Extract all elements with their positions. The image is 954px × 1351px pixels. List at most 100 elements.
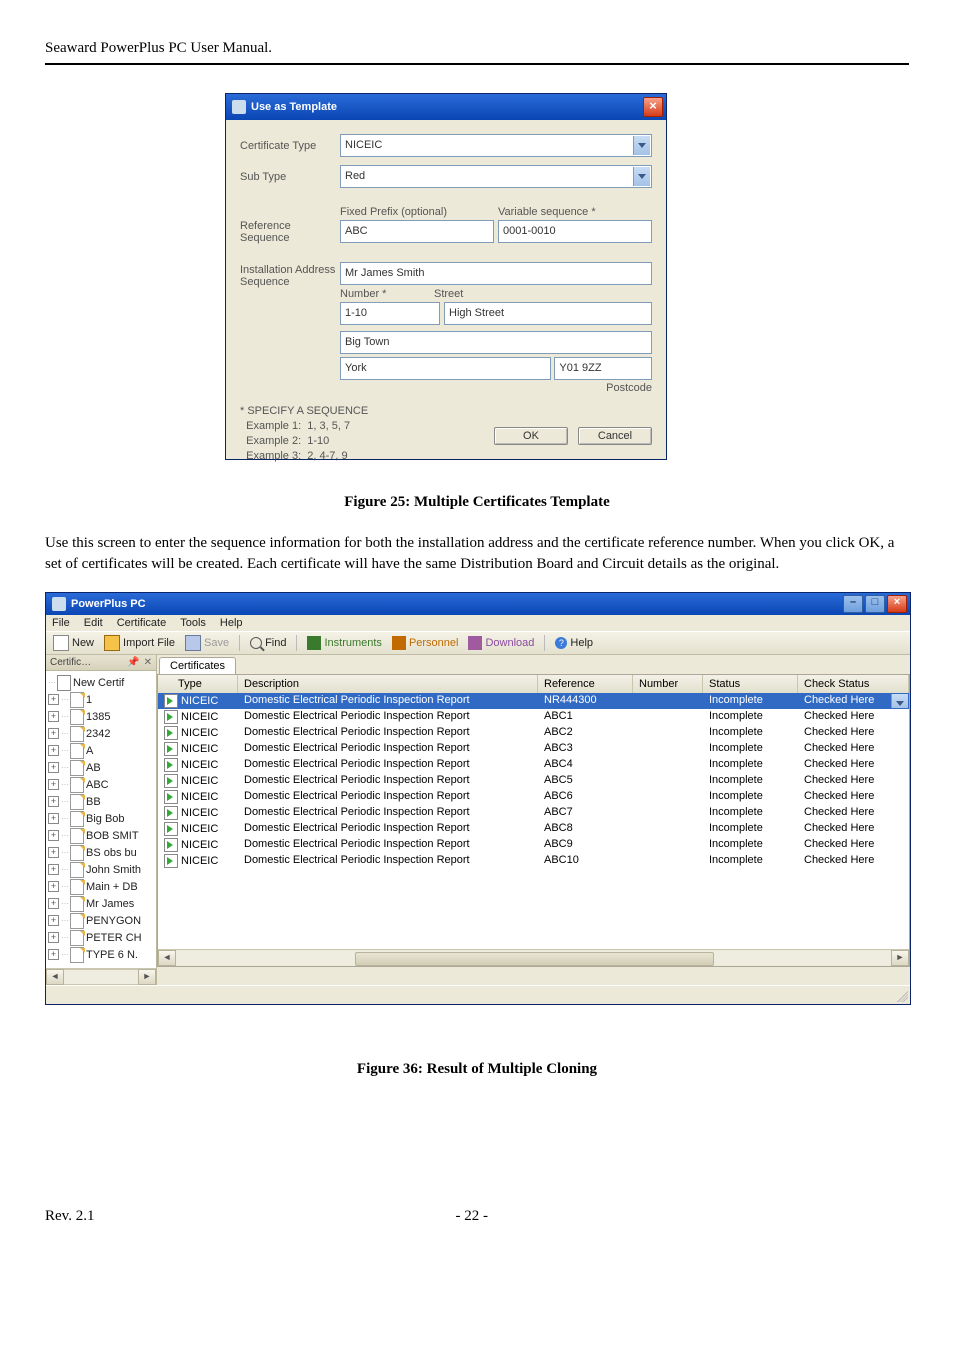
expand-icon[interactable]: + bbox=[48, 847, 59, 858]
col-check-status[interactable]: Check Status bbox=[798, 675, 909, 693]
table-row[interactable]: NICEICDomestic Electrical Periodic Inspe… bbox=[158, 741, 909, 757]
label-install-addr: Installation Address Sequence bbox=[240, 262, 340, 288]
tb-help[interactable]: ?Help bbox=[552, 636, 596, 650]
row-play-icon bbox=[164, 822, 178, 836]
table-row[interactable]: NICEICDomestic Electrical Periodic Inspe… bbox=[158, 789, 909, 805]
tree-item[interactable]: +⋯BS obs bu bbox=[48, 845, 154, 862]
tb-save: Save bbox=[182, 634, 232, 652]
tree-new-cert[interactable]: ⋯New Certif bbox=[48, 675, 154, 692]
grid-hscroll[interactable]: ◄ ► bbox=[158, 949, 909, 966]
pin-icon[interactable]: 📌 bbox=[127, 657, 139, 668]
tb-instruments[interactable]: Instruments bbox=[304, 635, 384, 651]
powerplus-pc-window: PowerPlus PC – □ × File Edit Certificate… bbox=[45, 592, 911, 1005]
tree-item[interactable]: +⋯2342 bbox=[48, 726, 154, 743]
table-row[interactable]: NICEICDomestic Electrical Periodic Inspe… bbox=[158, 853, 909, 869]
tree-item[interactable]: +⋯ABC bbox=[48, 777, 154, 794]
table-row[interactable]: NICEICDomestic Electrical Periodic Inspe… bbox=[158, 757, 909, 773]
body-paragraph: Use this screen to enter the sequence in… bbox=[45, 533, 909, 574]
table-row[interactable]: NICEICDomestic Electrical Periodic Inspe… bbox=[158, 773, 909, 789]
tree-item[interactable]: +⋯Main + DB bbox=[48, 879, 154, 896]
prefix-input[interactable]: ABC bbox=[340, 220, 494, 243]
table-row[interactable]: NICEICDomestic Electrical Periodic Inspe… bbox=[158, 821, 909, 837]
expand-icon[interactable]: + bbox=[48, 881, 59, 892]
scroll-right-icon[interactable]: ► bbox=[891, 950, 909, 966]
cert-type-select[interactable]: NICEIC bbox=[340, 134, 652, 157]
var-seq-input[interactable]: 0001-0010 bbox=[498, 220, 652, 243]
col-status[interactable]: Status bbox=[703, 675, 798, 693]
tree-item[interactable]: +⋯PENYGON bbox=[48, 913, 154, 930]
dialog-titlebar[interactable]: Use as Template × bbox=[226, 94, 666, 120]
table-row[interactable]: NICEICDomestic Electrical Periodic Inspe… bbox=[158, 693, 909, 709]
tree-item[interactable]: +⋯TYPE 6 N. bbox=[48, 947, 154, 964]
menu-help[interactable]: Help bbox=[220, 617, 243, 629]
addr-number-input[interactable]: 1-10 bbox=[340, 302, 440, 325]
app-titlebar[interactable]: PowerPlus PC – □ × bbox=[46, 593, 910, 615]
tree-item[interactable]: +⋯Big Bob bbox=[48, 811, 154, 828]
close-icon[interactable]: × bbox=[643, 97, 663, 117]
tree-view[interactable]: ⋯New Certif+⋯1+⋯1385+⋯2342+⋯A+⋯AB+⋯ABC+⋯… bbox=[46, 671, 156, 968]
ok-button[interactable]: OK bbox=[494, 427, 568, 445]
addr-street-input[interactable]: High Street bbox=[444, 302, 652, 325]
minimize-icon[interactable]: – bbox=[843, 595, 863, 613]
tree-item[interactable]: +⋯A bbox=[48, 743, 154, 760]
close-icon[interactable]: × bbox=[887, 595, 907, 613]
scroll-track[interactable] bbox=[64, 969, 138, 985]
tree-item[interactable]: +⋯1 bbox=[48, 692, 154, 709]
tb-download[interactable]: Download bbox=[465, 635, 537, 651]
table-row[interactable]: NICEICDomestic Electrical Periodic Inspe… bbox=[158, 725, 909, 741]
tree-item[interactable]: +⋯PETER CH bbox=[48, 930, 154, 947]
menu-edit[interactable]: Edit bbox=[84, 617, 103, 629]
scroll-right-icon[interactable]: ► bbox=[138, 969, 156, 985]
expand-icon[interactable]: + bbox=[48, 898, 59, 909]
footnote-l1: * SPECIFY A SEQUENCE bbox=[240, 404, 652, 419]
addr-name-input[interactable]: Mr James Smith bbox=[340, 262, 652, 285]
expand-icon[interactable]: + bbox=[48, 711, 59, 722]
scroll-left-icon[interactable]: ◄ bbox=[158, 950, 176, 966]
tb-new[interactable]: New bbox=[50, 634, 97, 652]
expand-icon[interactable]: + bbox=[48, 796, 59, 807]
scroll-left-icon[interactable]: ◄ bbox=[46, 969, 64, 985]
expand-icon[interactable]: + bbox=[48, 779, 59, 790]
scroll-thumb[interactable] bbox=[355, 952, 715, 966]
expand-icon[interactable]: + bbox=[48, 932, 59, 943]
tree-item[interactable]: +⋯1385 bbox=[48, 709, 154, 726]
sidebar-hscroll[interactable]: ◄ ► bbox=[46, 968, 156, 985]
addr-city-input[interactable]: York bbox=[340, 357, 551, 380]
col-description[interactable]: Description bbox=[238, 675, 538, 693]
menu-tools[interactable]: Tools bbox=[180, 617, 206, 629]
tree-item[interactable]: +⋯BOB SMIT bbox=[48, 828, 154, 845]
expand-icon[interactable]: + bbox=[48, 745, 59, 756]
tab-certificates[interactable]: Certificates bbox=[159, 657, 236, 674]
tree-item[interactable]: +⋯John Smith bbox=[48, 862, 154, 879]
expand-icon[interactable]: + bbox=[48, 949, 59, 960]
tb-import[interactable]: Import File bbox=[101, 634, 178, 652]
tree-item[interactable]: +⋯BB bbox=[48, 794, 154, 811]
expand-icon[interactable]: + bbox=[48, 915, 59, 926]
sub-type-select[interactable]: Red bbox=[340, 165, 652, 188]
menu-certificate[interactable]: Certificate bbox=[117, 617, 167, 629]
addr-town-input[interactable]: Big Town bbox=[340, 331, 652, 354]
scroll-track[interactable] bbox=[176, 951, 891, 965]
expand-icon[interactable]: + bbox=[48, 813, 59, 824]
tree-item[interactable]: +⋯AB bbox=[48, 760, 154, 777]
cancel-button[interactable]: Cancel bbox=[578, 427, 652, 445]
col-reference[interactable]: Reference bbox=[538, 675, 633, 693]
menu-file[interactable]: File bbox=[52, 617, 70, 629]
col-number[interactable]: Number bbox=[633, 675, 703, 693]
expand-icon[interactable]: + bbox=[48, 762, 59, 773]
tb-find[interactable]: Find bbox=[247, 636, 289, 650]
close-panel-icon[interactable]: ✕ bbox=[144, 657, 152, 668]
tb-personnel[interactable]: Personnel bbox=[389, 635, 462, 651]
tree-item[interactable]: +⋯Mr James bbox=[48, 896, 154, 913]
expand-icon[interactable]: + bbox=[48, 728, 59, 739]
table-row[interactable]: NICEICDomestic Electrical Periodic Inspe… bbox=[158, 805, 909, 821]
resize-grip-icon[interactable] bbox=[894, 988, 908, 1002]
maximize-icon[interactable]: □ bbox=[865, 595, 885, 613]
table-row[interactable]: NICEICDomestic Electrical Periodic Inspe… bbox=[158, 709, 909, 725]
table-row[interactable]: NICEICDomestic Electrical Periodic Inspe… bbox=[158, 837, 909, 853]
expand-icon[interactable]: + bbox=[48, 864, 59, 875]
expand-icon[interactable]: + bbox=[48, 830, 59, 841]
addr-postcode-input[interactable]: Y01 9ZZ bbox=[554, 357, 652, 380]
col-type[interactable]: Type bbox=[158, 675, 238, 693]
expand-icon[interactable]: + bbox=[48, 694, 59, 705]
